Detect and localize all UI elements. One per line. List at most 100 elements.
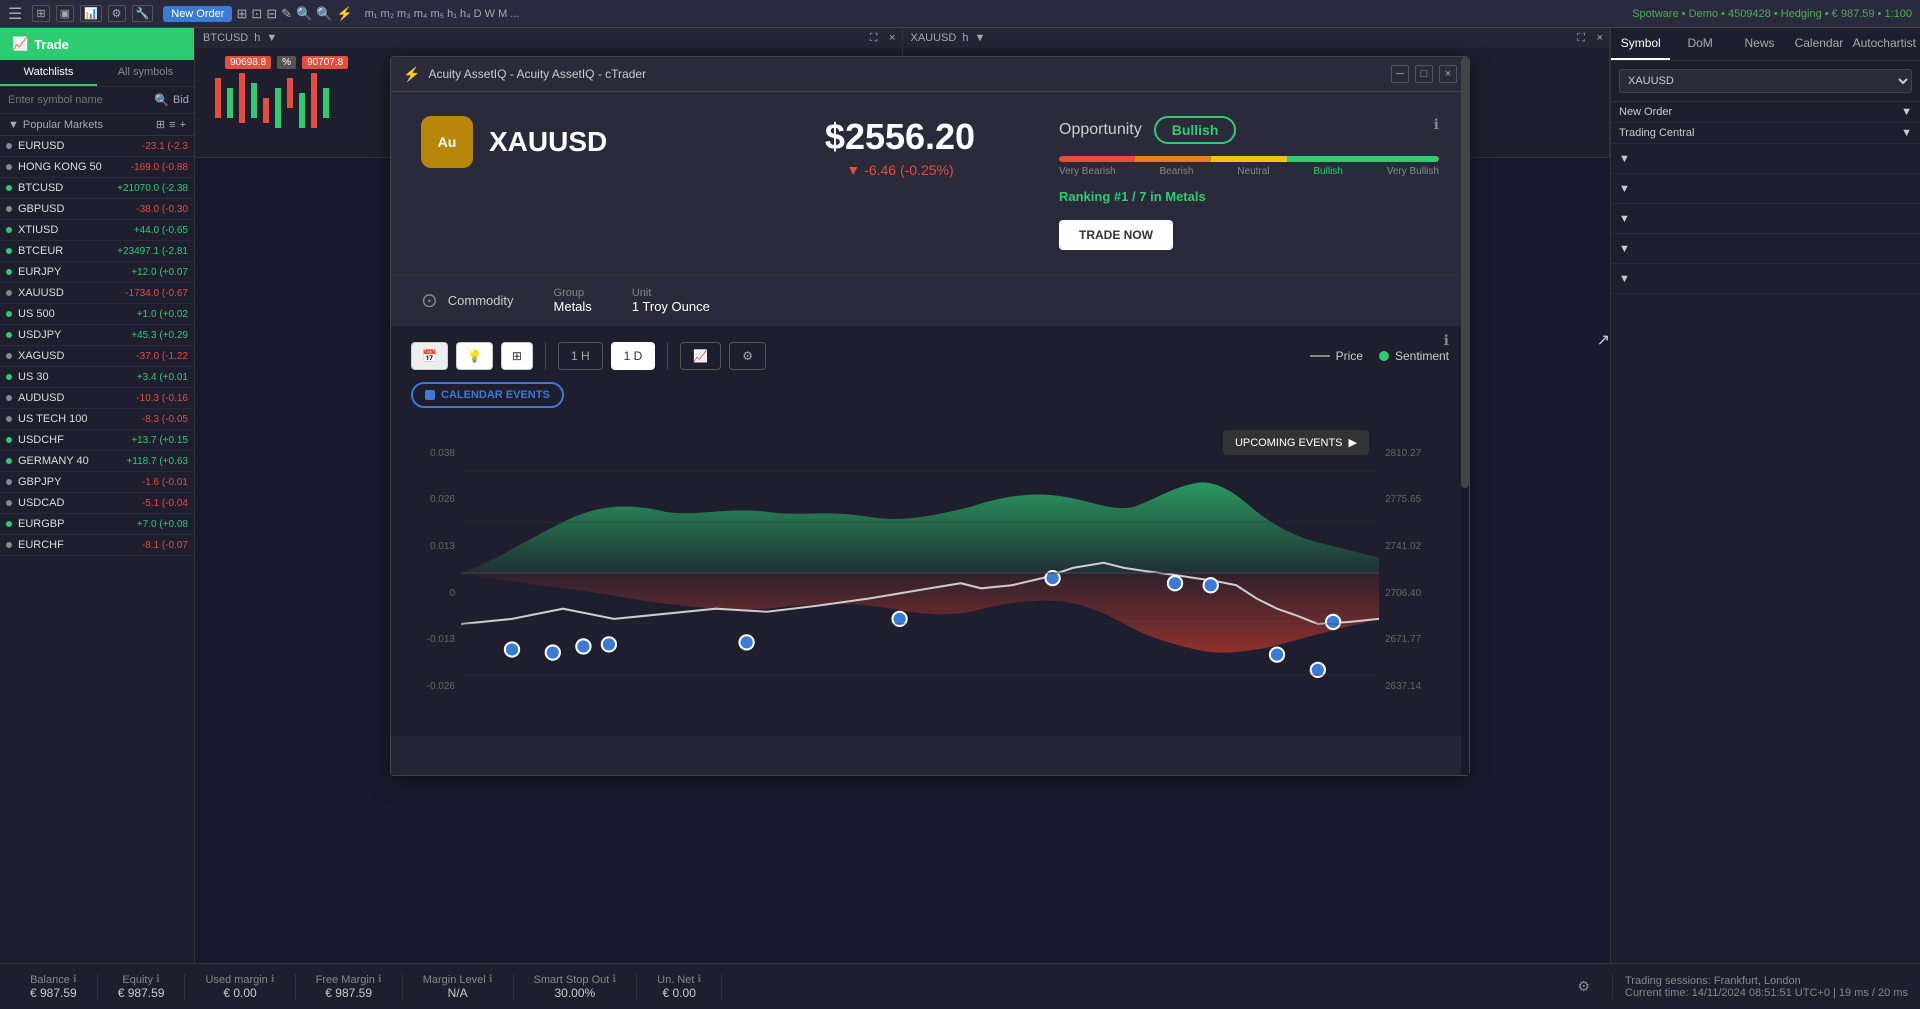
symbol-row[interactable]: BTCEUR +23497.1 (-2.81	[0, 241, 194, 262]
tab-all-symbols[interactable]: All symbols	[97, 60, 194, 86]
event-dot-1[interactable]	[505, 642, 519, 656]
symbol-search-input[interactable]	[8, 94, 150, 106]
grid-icon[interactable]: ⊞	[156, 118, 165, 131]
section-arrow-7: ▼	[1619, 273, 1630, 285]
equity-info-icon[interactable]: ℹ	[156, 974, 160, 985]
symbol-row[interactable]: XAGUSD -37.0 (-1.22	[0, 346, 194, 367]
topbar-tool-5[interactable]: 🔍	[296, 6, 312, 22]
add-icon[interactable]: +	[180, 119, 186, 131]
tab-symbol[interactable]: Symbol	[1611, 28, 1670, 60]
trading-central-row[interactable]: Trading Central ▼	[1611, 123, 1920, 144]
time-1d-btn[interactable]: 1 D	[611, 342, 656, 370]
topbar-tool-7[interactable]: ⚡	[336, 6, 352, 22]
symbol-row[interactable]: EURJPY +12.0 (+0.07	[0, 262, 194, 283]
symbol-row[interactable]: XAUUSD -1734.0 (-0.67	[0, 283, 194, 304]
table-tool-btn[interactable]: ⊞	[501, 342, 533, 370]
menu-icon[interactable]: ☰	[8, 4, 22, 24]
event-dot-12[interactable]	[1326, 615, 1340, 629]
symbol-row[interactable]: HONG KONG 50 -169.0 (-0.88	[0, 157, 194, 178]
acuity-symbol-info: Au XAUUSD	[421, 116, 741, 168]
y-label-1: 0.026	[411, 494, 461, 505]
symbol-row[interactable]: US 30 +3.4 (+0.01	[0, 367, 194, 388]
unrealized-net-info-icon[interactable]: ℹ	[697, 974, 701, 985]
chart-filter-btn[interactable]: ⚙	[729, 342, 766, 370]
section-row-5[interactable]: ▼	[1611, 204, 1920, 234]
settings-icon-bottom[interactable]: ⚙	[1565, 978, 1602, 995]
lightbulb-tool-btn[interactable]: 💡	[456, 342, 493, 370]
tab-dom[interactable]: DoM	[1670, 28, 1729, 60]
section-row-6[interactable]: ▼	[1611, 234, 1920, 264]
layout-icon[interactable]: ▣	[56, 5, 74, 22]
new-order-row[interactable]: New Order ▼	[1611, 102, 1920, 123]
symbol-row[interactable]: GERMANY 40 +118.7 (+0.63	[0, 451, 194, 472]
symbol-row[interactable]: USDCHF +13.7 (+0.15	[0, 430, 194, 451]
margin-level-info-icon[interactable]: ℹ	[489, 974, 493, 985]
calendar-tool-btn[interactable]: 📅	[411, 342, 448, 370]
topbar-tool-3[interactable]: ⊟	[266, 6, 277, 22]
symbol-row[interactable]: EURUSD -23.1 (-2.3	[0, 136, 194, 157]
symbol-row[interactable]: GBPJPY -1.6 (-0.01	[0, 472, 194, 493]
topbar-tool-4[interactable]: ✎	[281, 6, 292, 22]
tools-icon[interactable]: 🔧	[132, 5, 154, 22]
acuity-maximize-btn[interactable]: □	[1415, 65, 1433, 83]
new-order-button[interactable]: New Order	[163, 6, 232, 22]
section-row-7[interactable]: ▼	[1611, 264, 1920, 294]
xauusd-close-btn[interactable]: ×	[1597, 32, 1603, 44]
expand-icon[interactable]: ⛶	[870, 32, 878, 45]
event-dot-2[interactable]	[546, 645, 560, 659]
btcusd-tf-btn[interactable]: ▼	[266, 32, 277, 44]
symbol-row[interactable]: EURCHF -8.1 (-0.07	[0, 535, 194, 556]
chart-line-btn[interactable]: 📈	[680, 342, 721, 370]
tab-calendar[interactable]: Calendar	[1789, 28, 1848, 60]
symbol-row[interactable]: BTCUSD +21070.0 (-2.38	[0, 178, 194, 199]
xauusd-expand-icon[interactable]: ⛶	[1577, 32, 1585, 45]
acuity-scrollbar[interactable]	[1461, 57, 1469, 775]
acuity-close-btn[interactable]: ×	[1439, 65, 1457, 83]
event-dot-9[interactable]	[1204, 578, 1218, 592]
event-dot-4[interactable]	[602, 637, 616, 651]
event-dot-3[interactable]	[576, 639, 590, 653]
symbol-row[interactable]: US TECH 100 -8.3 (-0.05	[0, 409, 194, 430]
symbol-row[interactable]: US 500 +1.0 (+0.02	[0, 304, 194, 325]
topbar-right: Spotware • Demo • 4509428 • Hedging • € …	[1632, 8, 1912, 20]
event-dot-10[interactable]	[1270, 647, 1284, 661]
time-1h-btn[interactable]: 1 H	[558, 342, 603, 370]
info-circle-icon[interactable]: ℹ	[1434, 116, 1439, 133]
event-dot-5[interactable]	[739, 635, 753, 649]
topbar-tool-1[interactable]: ⊞	[236, 6, 247, 22]
used-margin-info-icon[interactable]: ℹ	[271, 974, 275, 985]
symbol-row[interactable]: USDJPY +45.3 (+0.29	[0, 325, 194, 346]
topbar-tool-6[interactable]: 🔍	[316, 6, 332, 22]
symbol-row[interactable]: EURGBP +7.0 (+0.08	[0, 514, 194, 535]
monitor-icon[interactable]: ⊞	[32, 5, 49, 22]
section-row-4[interactable]: ▼	[1611, 174, 1920, 204]
xauusd-tf-btn[interactable]: ▼	[974, 32, 985, 44]
acuity-scrollbar-thumb[interactable]	[1461, 57, 1469, 488]
event-dot-8[interactable]	[1168, 576, 1182, 590]
settings-icon[interactable]: ⚙	[108, 5, 126, 22]
upcoming-events-button[interactable]: UPCOMING EVENTS ▶	[1223, 430, 1369, 455]
tab-news[interactable]: News	[1730, 28, 1789, 60]
symbol-select-dropdown[interactable]: XAUUSD	[1619, 69, 1912, 93]
tab-autochartist[interactable]: Autochartist	[1849, 28, 1920, 60]
free-margin-info-icon[interactable]: ℹ	[378, 974, 382, 985]
symbol-row[interactable]: USDCAD -5.1 (-0.04	[0, 493, 194, 514]
tab-watchlists[interactable]: Watchlists	[0, 60, 97, 86]
popular-markets-header[interactable]: ▼ Popular Markets ⊞ ≡ +	[0, 114, 194, 136]
search-icon[interactable]: 🔍	[154, 93, 169, 107]
calendar-events-toggle[interactable]: CALENDAR EVENTS	[411, 382, 564, 408]
price-label-2: 2741.02	[1379, 541, 1449, 552]
section-row-3[interactable]: ▼	[1611, 144, 1920, 174]
acuity-minimize-btn[interactable]: ─	[1391, 65, 1409, 83]
balance-info-icon[interactable]: ℹ	[73, 974, 77, 985]
symbol-row[interactable]: AUDUSD -10.3 (-0.16	[0, 388, 194, 409]
symbol-row[interactable]: XTIUSD +44.0 (-0.65	[0, 220, 194, 241]
chart-icon[interactable]: 📊	[80, 5, 102, 22]
btcusd-close-btn[interactable]: ×	[889, 32, 895, 44]
topbar-tool-2[interactable]: ⊡	[251, 6, 262, 22]
trade-now-button[interactable]: TRADE NOW	[1059, 220, 1173, 250]
list-icon[interactable]: ≡	[169, 119, 175, 131]
smart-stop-info-icon[interactable]: ℹ	[612, 974, 616, 985]
symbol-row[interactable]: GBPUSD -38.0 (-0.30	[0, 199, 194, 220]
chart-info-icon[interactable]: ℹ	[1444, 332, 1449, 349]
